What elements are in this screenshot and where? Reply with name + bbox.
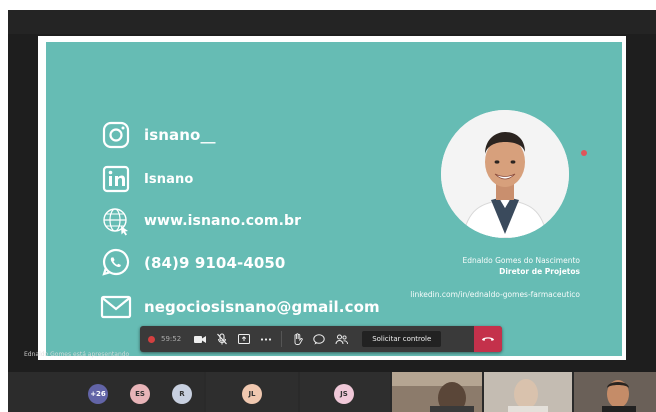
whatsapp-icon (100, 248, 132, 278)
email-address: negociosisnano@gmail.com (144, 298, 380, 316)
linkedin-icon (100, 164, 132, 194)
contact-linkedin: Isnano (100, 164, 193, 194)
raise-hand-icon[interactable] (286, 326, 308, 352)
hang-up-button[interactable] (474, 326, 502, 352)
toolbar-divider (281, 331, 283, 347)
avatar[interactable]: JL (242, 384, 262, 404)
globe-icon (100, 206, 132, 236)
presenter-photo (441, 110, 569, 238)
top-bar (8, 10, 656, 34)
call-timer: 59:52 (161, 335, 182, 343)
website-url: www.isnano.com.br (144, 213, 302, 229)
shared-slide: isnano__ Isnano www.isnano.com.br (84)9 … (38, 36, 626, 360)
participants-icon[interactable] (330, 326, 352, 352)
meeting-control-bar: 59:52 Solicitar controle (140, 326, 502, 352)
phone-number: (84)9 9104-4050 (144, 254, 286, 272)
contact-whatsapp: (84)9 9104-4050 (100, 248, 285, 278)
presenter-name: Ednaldo Gomes do Nascimento (462, 256, 580, 265)
share-screen-icon[interactable] (233, 326, 255, 352)
avatar[interactable]: JS (334, 384, 354, 404)
participants-strip: +26 ES R JL JS (8, 372, 656, 412)
more-participants-badge[interactable]: +26 (88, 384, 108, 404)
instagram-icon (100, 120, 132, 150)
instagram-handle: isnano__ (144, 126, 216, 144)
participant-video[interactable] (392, 372, 482, 412)
chat-icon[interactable] (308, 326, 330, 352)
presenter-linkedin: linkedin.com/in/ednaldo-gomes-farmaceuti… (410, 290, 580, 299)
contact-website: www.isnano.com.br (100, 206, 301, 236)
slide-content: isnano__ Isnano www.isnano.com.br (84)9 … (46, 42, 622, 356)
participant-video[interactable] (574, 372, 656, 412)
linkedin-name: Isnano (144, 171, 194, 187)
hang-up-icon (482, 337, 494, 341)
presenter-caption: Ednaldo Gomes está apresentando (24, 351, 130, 358)
contact-email: negociosisnano@gmail.com (100, 292, 380, 322)
mic-off-icon[interactable] (211, 326, 233, 352)
camera-icon[interactable] (189, 326, 211, 352)
meeting-window: isnano__ Isnano www.isnano.com.br (84)9 … (0, 0, 656, 412)
red-dot-marker (581, 150, 587, 156)
presenter-role: Diretor de Projetos (499, 267, 580, 276)
contact-instagram: isnano__ (100, 120, 216, 150)
more-icon[interactable] (255, 326, 277, 352)
record-icon (148, 335, 155, 343)
participant-video[interactable] (484, 372, 572, 412)
avatar[interactable]: ES (130, 384, 150, 404)
avatar[interactable]: R (172, 384, 192, 404)
mail-icon (100, 292, 132, 322)
request-control-button[interactable]: Solicitar controle (362, 331, 442, 347)
